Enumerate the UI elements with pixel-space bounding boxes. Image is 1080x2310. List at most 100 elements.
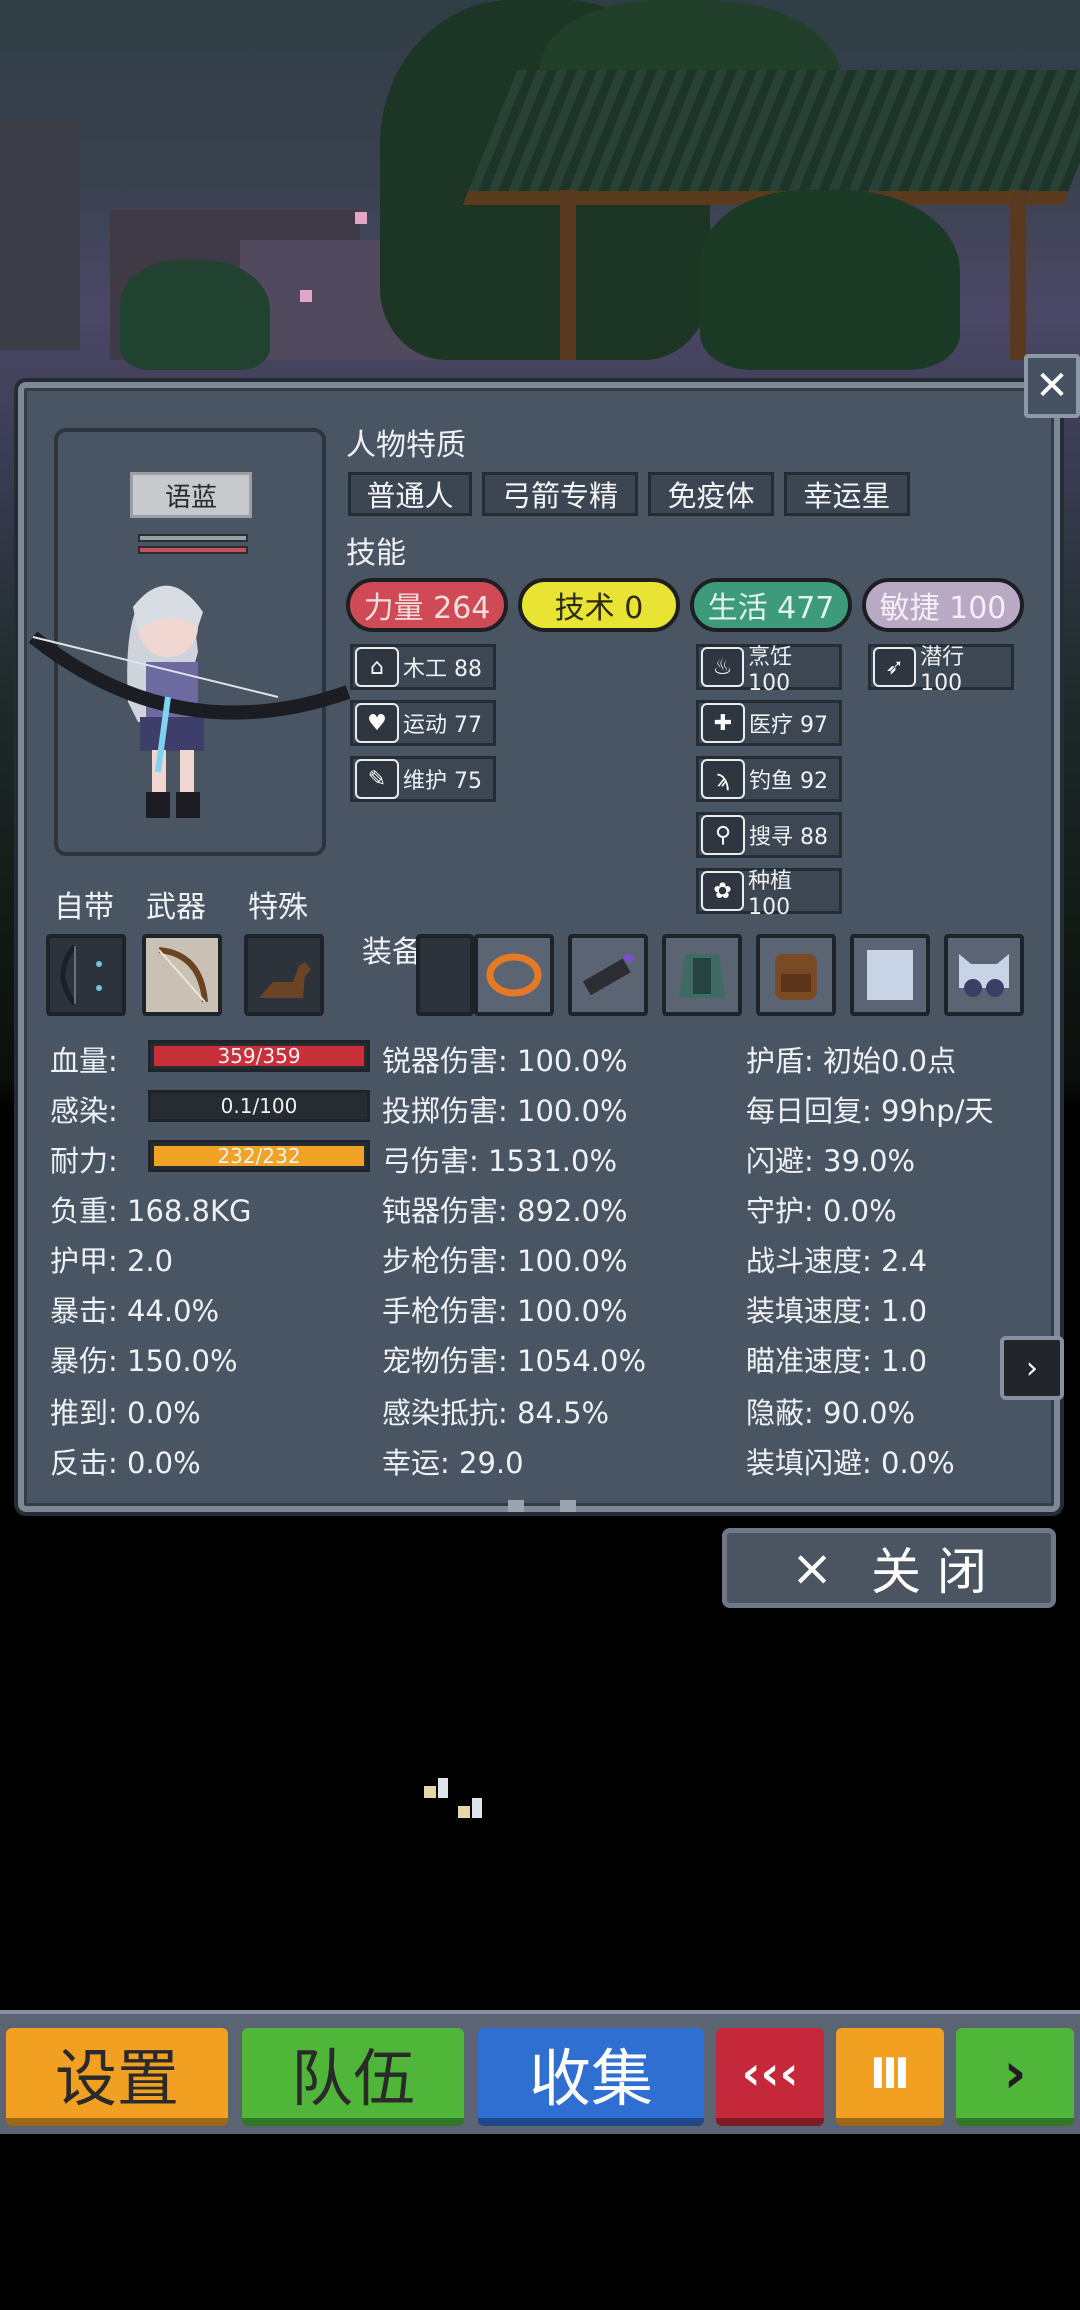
- weapon-slot[interactable]: [142, 934, 222, 1016]
- stat-armor: 护甲: 2.0: [50, 1244, 174, 1278]
- character-name: 语蓝: [130, 472, 252, 518]
- infection-bar: 0.1/100: [148, 1090, 370, 1122]
- equip-slot[interactable]: [850, 934, 930, 1016]
- skill-medical[interactable]: ✚ 医疗 97: [696, 700, 842, 746]
- stat-daily-regen: 每日回复: 99hp/天: [746, 1094, 994, 1128]
- trait-tag[interactable]: 普通人: [348, 472, 472, 516]
- trait-tag[interactable]: 幸运星: [784, 472, 910, 516]
- glasses-icon: [959, 954, 1009, 997]
- stat-knockback: 推到: 0.0%: [50, 1396, 201, 1430]
- window-light: [300, 290, 312, 302]
- pillar: [560, 190, 576, 360]
- close-icon[interactable]: ✕: [1024, 354, 1080, 418]
- equip-label: 装备: [362, 935, 422, 970]
- stamina-label: 耐力:: [50, 1144, 118, 1178]
- equip-slot[interactable]: [944, 934, 1024, 1016]
- trait-tag[interactable]: 弓箭专精: [482, 472, 638, 516]
- equip-slot[interactable]: [756, 934, 836, 1016]
- infection-label: 感染:: [50, 1094, 118, 1128]
- hp-label: 血量:: [50, 1044, 118, 1078]
- wrench-icon: ✎: [355, 759, 399, 799]
- special-slot-label: 特殊: [248, 890, 308, 925]
- skill-search[interactable]: ⚲ 搜寻 88: [696, 812, 842, 858]
- stat-sharp-damage: 锐器伤害: 100.0%: [382, 1044, 628, 1078]
- pavilion-roof: [462, 70, 1080, 205]
- house-icon: ⌂: [355, 647, 399, 687]
- rewind-button[interactable]: ‹‹‹: [716, 2028, 824, 2126]
- hp-value: 359/359: [217, 1044, 301, 1068]
- skill-agility[interactable]: 敏捷 100: [862, 578, 1024, 632]
- stat-counter: 反击: 0.0%: [50, 1446, 201, 1480]
- armor-vest-icon: [679, 954, 725, 998]
- equip-slot-empty[interactable]: [416, 934, 474, 1016]
- ring-icon: [486, 953, 542, 997]
- sneak-icon: ➶: [873, 647, 917, 687]
- skill-strength[interactable]: 力量 264: [346, 578, 508, 632]
- tree: [700, 190, 960, 370]
- stat-blunt-damage: 钝器伤害: 892.0%: [382, 1194, 628, 1228]
- cooking-pot-icon: ♨: [701, 647, 745, 687]
- stat-throw-damage: 投掷伤害: 100.0%: [382, 1094, 628, 1128]
- character-stats-panel: 语蓝 人物特质 普通人 弓箭专精 免疫体 幸运星 技能 力量 264 技术 0 …: [18, 382, 1060, 1512]
- skill-cooking[interactable]: ♨ 烹饪 100: [696, 644, 842, 696]
- equip-slot[interactable]: [474, 934, 554, 1016]
- skill-planting[interactable]: ✿ 种植 100: [696, 868, 842, 920]
- chevron-right-icon: ›: [1026, 1350, 1038, 1386]
- innate-slot-label: 自带: [54, 890, 114, 925]
- pause-icon: Ⅲ: [870, 2048, 910, 2098]
- next-page-button[interactable]: ›: [1000, 1336, 1064, 1400]
- hp-bar: 359/359: [148, 1040, 370, 1072]
- plant-icon: ✿: [701, 871, 745, 911]
- collect-button[interactable]: 收集: [478, 2028, 704, 2126]
- equip-slot[interactable]: [568, 934, 648, 1016]
- stat-rifle-damage: 步枪伤害: 100.0%: [382, 1244, 628, 1278]
- innate-slot[interactable]: [46, 934, 126, 1016]
- equip-slot[interactable]: [662, 934, 742, 1016]
- stat-stealth: 隐蔽: 90.0%: [746, 1396, 916, 1430]
- bottom-action-bar: 设置 队伍 收集 ‹‹‹ Ⅲ ›: [0, 2010, 1080, 2134]
- stat-combat-speed: 战斗速度: 2.4: [746, 1244, 928, 1278]
- stat-bow-damage: 弓伤害: 1531.0%: [382, 1144, 618, 1178]
- play-icon: ›: [1003, 2040, 1027, 2106]
- trait-tag[interactable]: 免疫体: [648, 472, 774, 516]
- close-button-label: 关 闭: [871, 1543, 987, 1601]
- stat-reload-speed: 装填速度: 1.0: [746, 1294, 928, 1328]
- stat-dodge: 闪避: 39.0%: [746, 1144, 916, 1178]
- stat-crit-damage: 暴伤: 150.0%: [50, 1344, 238, 1378]
- stat-pistol-damage: 手枪伤害: 100.0%: [382, 1294, 628, 1328]
- skill-sneak[interactable]: ➶ 潜行 100: [868, 644, 1014, 696]
- stat-pet-damage: 宠物伤害: 1054.0%: [382, 1344, 647, 1378]
- stat-crit: 暴击: 44.0%: [50, 1294, 220, 1328]
- dog-icon: [259, 962, 311, 998]
- stat-shield: 护盾: 初始0.0点: [746, 1044, 957, 1078]
- skill-carpentry[interactable]: ⌂ 木工 88: [350, 644, 496, 690]
- bow-icon: [60, 944, 102, 1006]
- close-icon: ×: [791, 1539, 833, 1597]
- pause-button[interactable]: Ⅲ: [836, 2028, 944, 2126]
- tree: [120, 260, 270, 370]
- stat-weight: 负重: 168.8KG: [50, 1194, 252, 1228]
- character-portrait-frame: 语蓝: [28, 428, 351, 856]
- backpack-icon: [775, 954, 817, 1000]
- medkit-icon: ✚: [701, 703, 745, 743]
- skill-fishing[interactable]: ϡ 钓鱼 92: [696, 756, 842, 802]
- special-slot[interactable]: [244, 934, 324, 1016]
- character-sprite: [28, 585, 351, 818]
- window-light: [355, 212, 367, 224]
- stat-luck: 幸运: 29.0: [382, 1446, 524, 1480]
- settings-button[interactable]: 设置: [6, 2028, 228, 2126]
- stat-infection-resist: 感染抵抗: 84.5%: [382, 1396, 610, 1430]
- stat-guard: 守护: 0.0%: [746, 1194, 897, 1228]
- skill-maintenance[interactable]: ✎ 维护 75: [350, 756, 496, 802]
- team-button[interactable]: 队伍: [242, 2028, 464, 2126]
- skill-tech[interactable]: 技术 0: [518, 578, 680, 632]
- skill-sports[interactable]: ♥ 运动 77: [350, 700, 496, 746]
- skill-life[interactable]: 生活 477: [690, 578, 852, 632]
- shirt-icon: [867, 950, 913, 1000]
- close-button[interactable]: × 关 闭: [722, 1528, 1056, 1608]
- rewind-icon: ‹‹‹: [741, 2046, 799, 2100]
- play-button[interactable]: ›: [956, 2028, 1074, 2126]
- page-indicator: [508, 1500, 524, 1512]
- stat-aim-speed: 瞄准速度: 1.0: [746, 1344, 928, 1378]
- name-underline: [138, 534, 248, 542]
